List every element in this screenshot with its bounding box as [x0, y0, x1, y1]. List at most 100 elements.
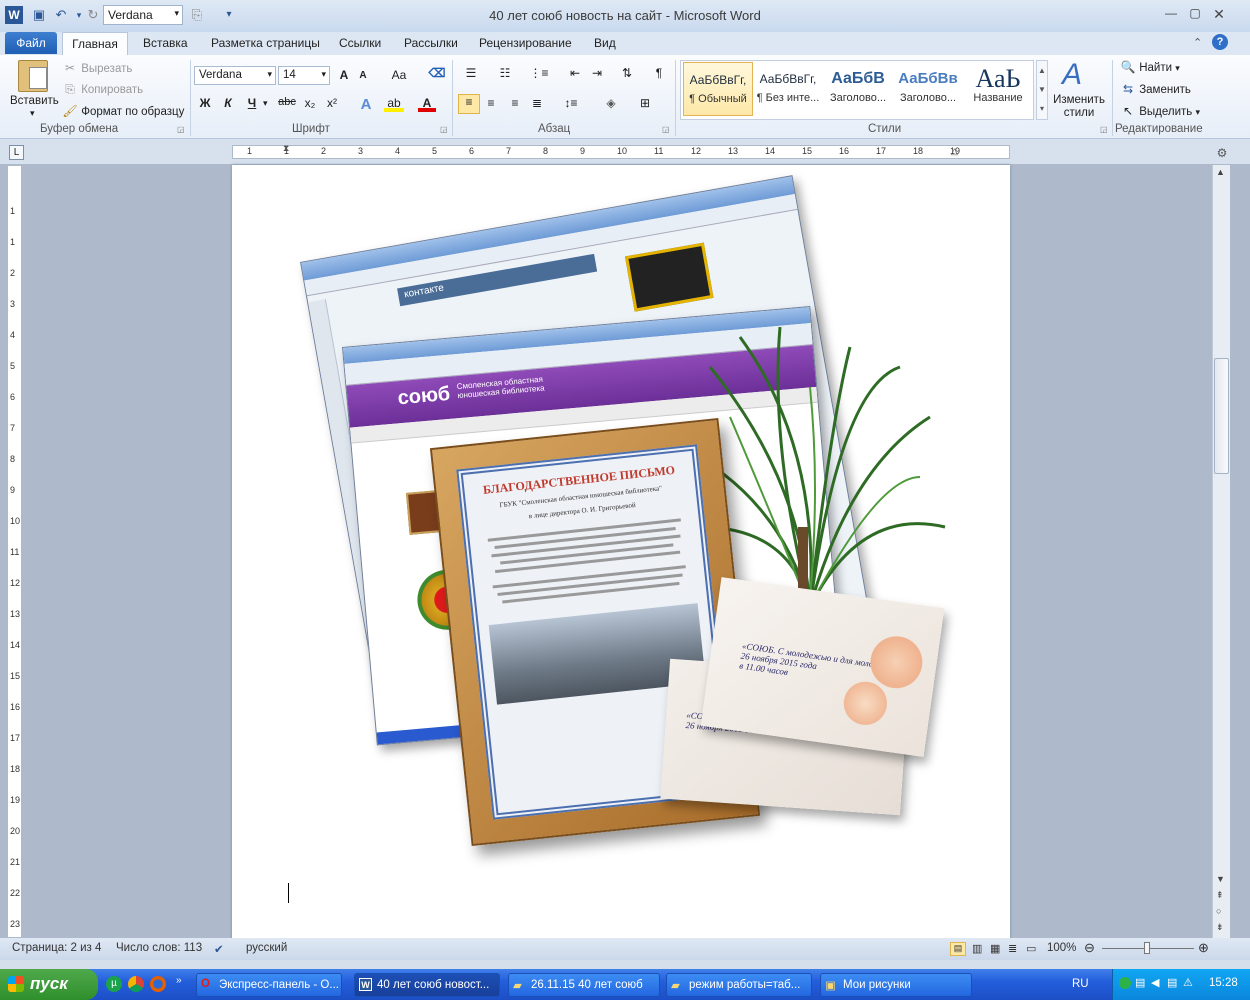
tab-insert[interactable]: Вставка: [143, 36, 188, 50]
help-icon[interactable]: ?: [1212, 34, 1228, 50]
bold-button[interactable]: Ж: [197, 96, 213, 112]
paste-icon[interactable]: [18, 60, 48, 92]
minimize-icon[interactable]: —: [1160, 6, 1182, 24]
find-button[interactable]: 🔍 Найти ▾: [1120, 60, 1180, 74]
sort-icon[interactable]: ⇅: [618, 66, 636, 82]
shrink-font-button[interactable]: A: [356, 70, 370, 86]
font-size-combo[interactable]: 14 ▾: [278, 66, 330, 85]
strikethrough-button[interactable]: abc: [276, 96, 298, 112]
change-styles-icon[interactable]: A: [1062, 58, 1082, 92]
dialog-launcher-icon[interactable]: ◲: [1100, 125, 1108, 134]
page-count[interactable]: Страница: 2 из 4: [12, 942, 101, 954]
web-layout-icon[interactable]: ▦: [990, 942, 1000, 955]
clear-format-icon[interactable]: ⌫: [428, 66, 446, 82]
language[interactable]: русский: [246, 942, 287, 954]
network-icon[interactable]: ▤: [1167, 976, 1177, 989]
font-color-icon[interactable]: A: [418, 96, 436, 112]
zoom-in-icon[interactable]: ⊕: [1198, 940, 1209, 956]
zoom-level[interactable]: 100%: [1047, 942, 1076, 954]
tab-selector-icon[interactable]: L: [9, 145, 24, 160]
taskbar-item-opera[interactable]: O Экспресс-панель - О...: [196, 973, 342, 997]
chrome-icon[interactable]: [128, 976, 144, 992]
outline-icon[interactable]: ≣: [1008, 942, 1017, 955]
numbering-icon[interactable]: ☷: [494, 66, 516, 82]
network-icon[interactable]: ▤: [1135, 976, 1145, 989]
collage-image[interactable]: контакте союб Смоленская областная юноше…: [280, 175, 960, 852]
change-case-button[interactable]: Aa: [388, 68, 410, 84]
word-count[interactable]: Число слов: 113: [116, 942, 202, 954]
firefox-icon[interactable]: [150, 976, 166, 992]
justify-icon[interactable]: ≣: [528, 96, 546, 112]
vertical-ruler[interactable]: 1 1 2 3 4 5 6 7 8 9 10 11 12 13 14 15 16 17 18 19 20 21 22 23: [7, 165, 22, 938]
shading-icon[interactable]: ◈: [600, 96, 622, 112]
underline-button[interactable]: Ч: [244, 96, 260, 112]
italic-button[interactable]: К: [220, 96, 236, 112]
chevron-down-icon[interactable]: ▾: [263, 98, 268, 109]
taskbar-item-pictures[interactable]: ▣ Мои рисунки: [820, 973, 972, 997]
next-page-icon[interactable]: ⇟: [1216, 922, 1224, 933]
grow-font-button[interactable]: A: [336, 68, 352, 84]
security-icon[interactable]: ⚠: [1183, 976, 1193, 989]
more-icon[interactable]: »: [176, 975, 182, 986]
view-ruler-icon[interactable]: ⚙: [1214, 146, 1230, 162]
dialog-launcher-icon[interactable]: ◲: [662, 125, 670, 134]
increase-indent-icon[interactable]: ⇥: [588, 66, 606, 82]
taskbar-item-folder-1[interactable]: ▰ 26.11.15 40 лет союб: [508, 973, 660, 997]
browse-object-icon[interactable]: ○: [1216, 906, 1221, 916]
bullets-icon[interactable]: ☰: [460, 66, 482, 82]
select-button[interactable]: ↖ Выделить ▾: [1120, 104, 1200, 118]
text-effects-icon[interactable]: A: [356, 96, 376, 113]
prev-page-icon[interactable]: ⇞: [1216, 890, 1224, 901]
input-language[interactable]: RU: [1072, 978, 1089, 990]
tray-app-icon[interactable]: [1119, 977, 1131, 989]
horizontal-ruler[interactable]: 1 1 2 3 4 5 6 7 8 9 10 11 12 13 14 15 16 17 18 19: [232, 145, 1010, 159]
collapse-ribbon-icon[interactable]: ⌃: [1193, 36, 1202, 49]
clock[interactable]: 15:28: [1209, 977, 1238, 989]
cut-button[interactable]: ✂ Вырезать: [62, 61, 132, 75]
subscript-icon[interactable]: x₂: [302, 96, 318, 112]
decrease-indent-icon[interactable]: ⇤: [566, 66, 584, 82]
style-no-spacing[interactable]: АаБбВвГг, ¶ Без инте...: [753, 62, 823, 116]
style-heading-2[interactable]: АаБбВв Заголово...: [893, 62, 963, 116]
multilevel-list-icon[interactable]: ⋮≡: [528, 66, 550, 82]
spellcheck-icon[interactable]: ✔: [214, 942, 224, 956]
right-indent-icon[interactable]: △: [951, 146, 958, 157]
dialog-launcher-icon[interactable]: ◲: [440, 125, 448, 134]
line-spacing-icon[interactable]: ↕≡: [560, 96, 582, 112]
change-styles-button[interactable]: Изменить стили: [1052, 94, 1106, 120]
zoom-slider-thumb[interactable]: [1144, 942, 1150, 954]
align-left-icon[interactable]: ≡: [458, 94, 480, 114]
tab-file[interactable]: Файл: [5, 32, 57, 54]
style-normal[interactable]: АаБбВвГг, ¶ Обычный: [683, 62, 753, 116]
tab-mailings[interactable]: Рассылки: [404, 36, 458, 50]
indent-marker-icon[interactable]: ⧗: [283, 143, 289, 154]
copy-button[interactable]: ⎘ Копировать: [62, 82, 143, 96]
styles-scroll[interactable]: ▲ ▼ ▾: [1036, 60, 1048, 120]
tab-view[interactable]: Вид: [594, 36, 616, 50]
volume-icon[interactable]: ◀: [1151, 976, 1159, 989]
vertical-scrollbar[interactable]: [1212, 165, 1230, 938]
replace-button[interactable]: ⇆ Заменить: [1120, 82, 1191, 96]
style-heading-1[interactable]: АаБбВ Заголово...: [823, 62, 893, 116]
style-title[interactable]: АаЬ Название: [963, 62, 1033, 116]
full-screen-icon[interactable]: ▥: [972, 942, 982, 955]
borders-icon[interactable]: ⊞: [634, 96, 656, 112]
taskbar-item-word[interactable]: W 40 лет союб новост...: [354, 973, 500, 997]
highlight-icon[interactable]: ab: [384, 96, 404, 112]
draft-icon[interactable]: ▭: [1026, 942, 1036, 955]
print-layout-icon[interactable]: ▤: [950, 942, 966, 956]
align-right-icon[interactable]: ≡: [506, 96, 524, 112]
tab-home[interactable]: Главная: [62, 32, 128, 56]
tab-review[interactable]: Рецензирование: [479, 36, 572, 50]
scroll-down-icon[interactable]: ▼: [1216, 874, 1225, 884]
format-painter-button[interactable]: 🖌 Формат по образцу: [62, 104, 184, 118]
close-icon[interactable]: ✕: [1208, 6, 1230, 24]
tab-references[interactable]: Ссылки: [339, 36, 381, 50]
utorrent-icon[interactable]: µ: [106, 976, 122, 992]
paste-button[interactable]: Вставить: [10, 95, 59, 107]
start-button[interactable]: пуск: [0, 969, 98, 1000]
scroll-thumb[interactable]: [1214, 358, 1229, 474]
scroll-up-icon[interactable]: ▲: [1216, 167, 1225, 177]
zoom-out-icon[interactable]: ⊖: [1084, 940, 1095, 956]
dialog-launcher-icon[interactable]: ◲: [177, 125, 185, 134]
